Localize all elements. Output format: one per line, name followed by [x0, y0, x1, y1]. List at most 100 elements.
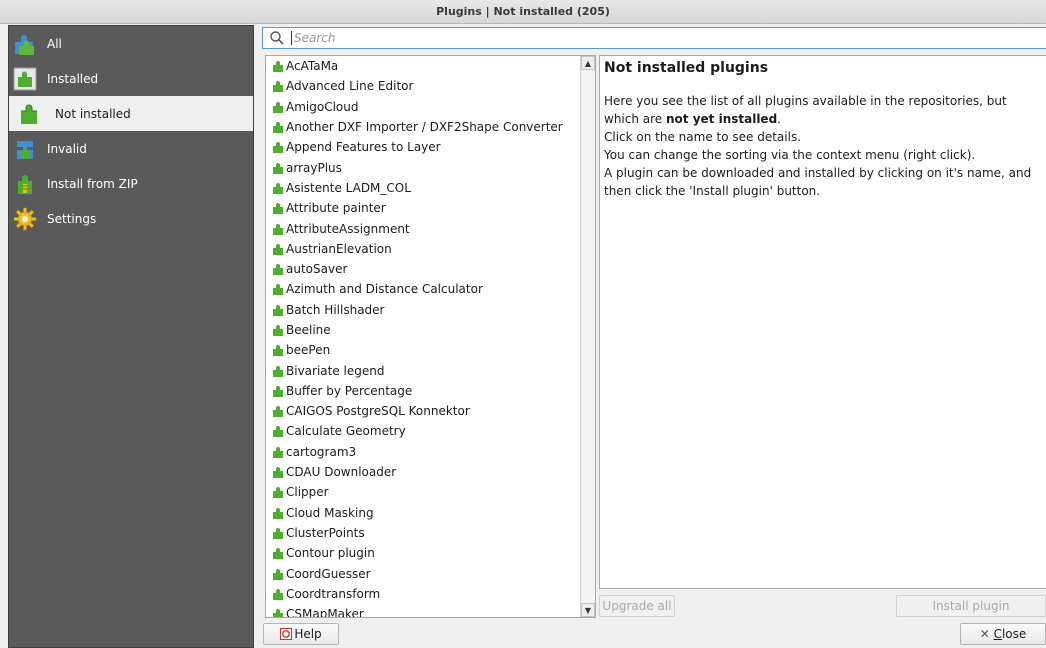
plugin-icon: [273, 345, 283, 357]
scroll-up-arrow-icon[interactable]: ▲: [581, 56, 595, 70]
plugin-list-item[interactable]: Another DXF Importer / DXF2Shape Convert…: [266, 117, 580, 137]
help-button-label: Help: [294, 627, 322, 641]
plugin-list-item[interactable]: Append Features to Layer: [266, 137, 580, 157]
plugin-list-item[interactable]: cartogram3: [266, 442, 580, 462]
plugin-list-item[interactable]: Coordtransform: [266, 584, 580, 604]
plugin-name: CDAU Downloader: [286, 465, 397, 480]
sidebar-item-invalid[interactable]: Invalid: [9, 131, 253, 166]
plugin-name: beePen: [286, 343, 331, 358]
plugin-list-item[interactable]: Cloud Masking: [266, 503, 580, 523]
plugin-name: Buffer by Percentage: [286, 383, 413, 398]
plugin-list-item[interactable]: Clipper: [266, 482, 580, 502]
plugin-name: Attribute painter: [286, 201, 386, 216]
plugin-icon: [273, 203, 283, 215]
close-icon: ✕: [979, 627, 994, 641]
plugin-name: autoSaver: [286, 262, 348, 277]
plugin-icon: [273, 385, 283, 397]
details-line-sorting: You can change the sorting via the conte…: [604, 148, 976, 162]
help-button[interactable]: Help: [263, 623, 339, 645]
plugin-icon: [273, 101, 283, 113]
plugin-icon: [273, 304, 283, 316]
scroll-down-arrow-icon[interactable]: ▼: [581, 603, 595, 617]
plugin-list-item[interactable]: CSMapMaker: [266, 604, 580, 618]
plugin-name: AcATaMa: [286, 59, 339, 74]
close-button[interactable]: ✕ Close: [960, 623, 1046, 645]
plugin-list-item[interactable]: Beeline: [266, 320, 580, 340]
plugin-name: arrayPlus: [286, 160, 342, 175]
plugin-list-item[interactable]: Attribute painter: [266, 198, 580, 218]
plugin-name: Beeline: [286, 323, 331, 337]
plugin-list-item[interactable]: Batch Hillshader: [266, 300, 580, 320]
details-line-click: Click on the name to see details.: [604, 130, 802, 144]
details-heading: Not installed plugins: [604, 60, 769, 76]
plugin-icon: [273, 264, 283, 276]
sidebar-item-install-zip[interactable]: Install from ZIP: [9, 166, 253, 201]
settings-gear-icon: [13, 207, 37, 230]
plugin-icon: [273, 284, 283, 296]
search-box: [262, 27, 1046, 49]
plugin-list-item[interactable]: Asistente LADM_COL: [266, 178, 580, 198]
plugin-name: Advanced Line Editor: [286, 79, 414, 94]
close-button-label: Close: [993, 627, 1027, 641]
plugin-list-item[interactable]: autoSaver: [266, 259, 580, 279]
sidebar-item-all[interactable]: All: [9, 26, 253, 61]
plugins-invalid-icon: [17, 140, 33, 159]
plugin-list-item[interactable]: CAIGOS PostgreSQL Konnektor: [266, 401, 580, 421]
plugins-all-icon: [15, 34, 34, 55]
plugin-icon: [273, 243, 283, 255]
plugin-name: Cloud Masking: [286, 505, 374, 520]
plugin-name: Contour plugin: [286, 546, 375, 561]
install-plugin-button[interactable]: Install plugin: [896, 595, 1046, 617]
sidebar-item-label: Invalid: [47, 141, 87, 156]
plugin-list-item[interactable]: CDAU Downloader: [266, 462, 580, 482]
plugin-icon: [273, 182, 283, 194]
plugin-name: AmigoCloud: [286, 99, 359, 114]
install-zip-icon: [18, 174, 32, 194]
sidebar-item-not-installed[interactable]: Not installed: [9, 96, 253, 131]
plugin-list-item[interactable]: Bivariate legend: [266, 360, 580, 380]
plugin-list-scrollbar[interactable]: ▲ ▼: [580, 56, 595, 617]
plugin-list-item[interactable]: arrayPlus: [266, 157, 580, 177]
plugin-icon: [273, 548, 283, 560]
sidebar-item-settings[interactable]: Settings: [9, 201, 253, 236]
sidebar-item-installed[interactable]: Installed: [9, 61, 253, 96]
sidebar: All Installed Not installed Invalid Inst…: [8, 25, 254, 648]
plugin-name: cartogram3: [286, 444, 357, 459]
upgrade-all-button[interactable]: Upgrade all: [599, 595, 675, 617]
search-input[interactable]: [291, 31, 1046, 45]
plugin-name: CoordGuesser: [286, 566, 371, 581]
plugin-list-item[interactable]: Azimuth and Distance Calculator: [266, 279, 580, 299]
plugin-icon: [273, 325, 283, 336]
plugin-list-item[interactable]: AcATaMa: [266, 56, 580, 76]
plugin-icon: [273, 467, 283, 479]
plugin-name: CSMapMaker: [286, 607, 364, 618]
plugin-list-item[interactable]: AmigoCloud: [266, 97, 580, 117]
plugin-icon: [273, 568, 283, 580]
sidebar-item-label: Not installed: [55, 106, 131, 121]
plugin-name: ClusterPoints: [286, 525, 365, 540]
plugin-list-item[interactable]: AustrianElevation: [266, 239, 580, 259]
plugin-icon: [273, 406, 283, 418]
plugin-name: AustrianElevation: [286, 241, 392, 256]
plugin-name: Asistente LADM_COL: [286, 180, 411, 195]
plugin-icon: [273, 61, 283, 73]
plugin-list-item[interactable]: beePen: [266, 340, 580, 360]
plugin-icon: [273, 588, 283, 600]
plugin-list-item[interactable]: Calculate Geometry: [266, 421, 580, 441]
plugin-name: Another DXF Importer / DXF2Shape Convert…: [286, 120, 563, 135]
plugin-list-item[interactable]: Buffer by Percentage: [266, 381, 580, 401]
plugin-name: CAIGOS PostgreSQL Konnektor: [286, 404, 470, 419]
plugin-name: Bivariate legend: [286, 363, 385, 378]
plugin-list[interactable]: AcATaMa Advanced Line Editor AmigoCloud Ano…: [265, 55, 596, 618]
plugin-list-item[interactable]: Advanced Line Editor: [266, 76, 580, 96]
plugin-name: Coordtransform: [286, 586, 381, 601]
plugin-list-item[interactable]: ClusterPoints: [266, 523, 580, 543]
plugin-list-item[interactable]: CoordGuesser: [266, 563, 580, 583]
plugin-icon: [273, 365, 283, 377]
window-title: Plugins | Not installed (205): [0, 0, 1046, 24]
plugin-icon: [273, 81, 283, 93]
plugin-name: Batch Hillshader: [286, 302, 385, 317]
plugin-list-item[interactable]: AttributeAssignment: [266, 218, 580, 238]
plugin-icon: [273, 426, 283, 438]
plugin-list-item[interactable]: Contour plugin: [266, 543, 580, 563]
